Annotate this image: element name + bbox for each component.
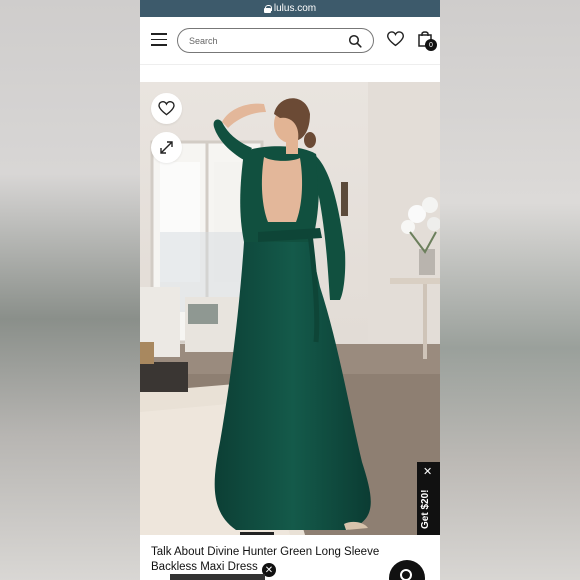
expand-image-button[interactable] xyxy=(151,132,182,163)
product-photo-dress xyxy=(140,82,440,535)
favorite-button[interactable] xyxy=(151,93,182,124)
lock-icon xyxy=(263,4,272,13)
cart-count-badge: 0 xyxy=(425,39,437,51)
expand-icon xyxy=(160,141,173,154)
blurred-background-right xyxy=(440,0,580,580)
product-title: Talk About Divine Hunter Green Long Slee… xyxy=(151,546,380,573)
blurred-background-left xyxy=(0,0,140,580)
menu-icon[interactable] xyxy=(151,33,167,46)
heart-icon xyxy=(158,101,175,116)
wishlist-heart-icon[interactable] xyxy=(387,31,404,47)
url-text: lulus.com xyxy=(273,3,317,14)
promo-tab[interactable]: ✕ Get $20! xyxy=(417,462,440,535)
search-icon[interactable] xyxy=(348,34,362,48)
image-carousel-indicator xyxy=(240,532,274,535)
site-header: 0 xyxy=(140,17,440,65)
promo-close-icon[interactable]: ✕ xyxy=(423,467,432,478)
search-input[interactable] xyxy=(189,35,339,46)
promo-label[interactable]: Get $20! xyxy=(420,490,431,529)
header-spacer xyxy=(140,65,440,82)
bottom-banner-bar xyxy=(170,574,265,580)
search-icon xyxy=(400,569,412,580)
browser-url-bar[interactable]: lulus.com xyxy=(140,0,440,17)
search-bar[interactable] xyxy=(177,28,374,53)
product-image[interactable] xyxy=(140,82,440,535)
phone-screen: lulus.com 0 xyxy=(140,0,440,580)
